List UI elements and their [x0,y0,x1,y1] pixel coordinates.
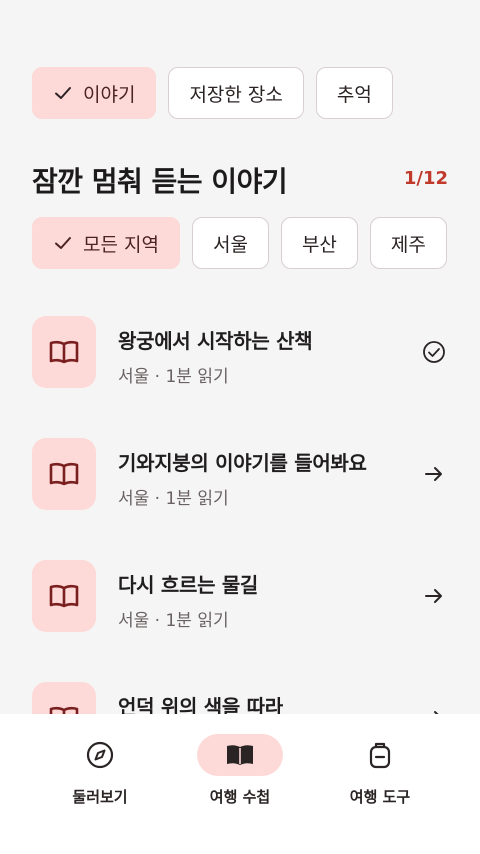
region-chip-jeju[interactable]: 제주 [369,217,447,269]
story-item[interactable]: 기와지붕의 이야기를 들어봐요 서울 · 1분 읽기 [32,438,448,560]
filter-chip-saved-places[interactable]: 저장한 장소 [168,67,304,119]
filter-chip-label: 저장한 장소 [189,83,283,106]
check-icon [55,87,71,99]
section-count: 1/12 [403,168,448,189]
story-meta: 서울 · 1분 읽기 [118,367,229,387]
region-chip-label: 서울 [212,233,248,256]
section-title: 잠깐 멈춰 듣는 이야기 [32,165,288,198]
region-filter-chips: 모든 지역 서울 부산 제주 [32,217,448,269]
filter-chip-stories[interactable]: 이야기 [32,67,157,119]
story-thumbnail [32,560,96,632]
check-icon [55,237,71,249]
filter-chip-label: 이야기 [83,83,136,106]
top-filter-chips: 이야기 저장한 장소 추억 [32,67,393,119]
story-item[interactable]: 다시 흐르는 물길 서울 · 1분 읽기 [32,560,448,682]
story-meta: 서울 · 1분 읽기 [118,611,229,631]
region-chip-label: 부산 [301,233,337,256]
region-chip-all[interactable]: 모든 지역 [32,217,180,269]
book-open-icon [49,462,79,486]
arrow-right-icon[interactable] [422,462,446,486]
nav-item-travel-notebook[interactable]: 여행 수첩 [170,714,310,854]
story-title: 다시 흐르는 물길 [118,573,259,597]
book-open-icon [49,584,79,608]
region-chip-label: 제주 [390,233,426,256]
region-chip-busan[interactable]: 부산 [280,217,358,269]
bottom-nav: 둘러보기 여행 수첩 여행 도구 [0,714,480,854]
check-circle-icon [423,341,445,363]
story-item[interactable]: 왕궁에서 시작하는 산책 서울 · 1분 읽기 [32,316,448,438]
nav-item-travel-tools[interactable]: 여행 도구 [310,714,450,854]
backpack-icon [369,742,391,769]
story-title: 왕궁에서 시작하는 산책 [118,329,313,353]
book-open-icon [227,745,253,765]
nav-label: 여행 수첩 [209,788,271,806]
book-open-icon [49,340,79,364]
compass-icon [86,741,114,769]
story-title: 기와지붕의 이야기를 들어봐요 [118,451,367,475]
filter-chip-label: 추억 [336,83,372,106]
story-thumbnail [32,438,96,510]
region-chip-label: 모든 지역 [83,233,159,256]
nav-label: 둘러보기 [72,788,128,806]
story-thumbnail [32,316,96,388]
filter-chip-memories[interactable]: 추억 [315,67,393,119]
arrow-right-icon[interactable] [422,584,446,608]
nav-label: 여행 도구 [349,788,411,806]
app-screen: 이야기 저장한 장소 추억 잠깐 멈춰 듣는 이야기 1/12 모든 지역 서울… [0,0,480,854]
story-meta: 서울 · 1분 읽기 [118,489,229,509]
region-chip-seoul[interactable]: 서울 [191,217,269,269]
nav-item-explore[interactable]: 둘러보기 [30,714,170,854]
